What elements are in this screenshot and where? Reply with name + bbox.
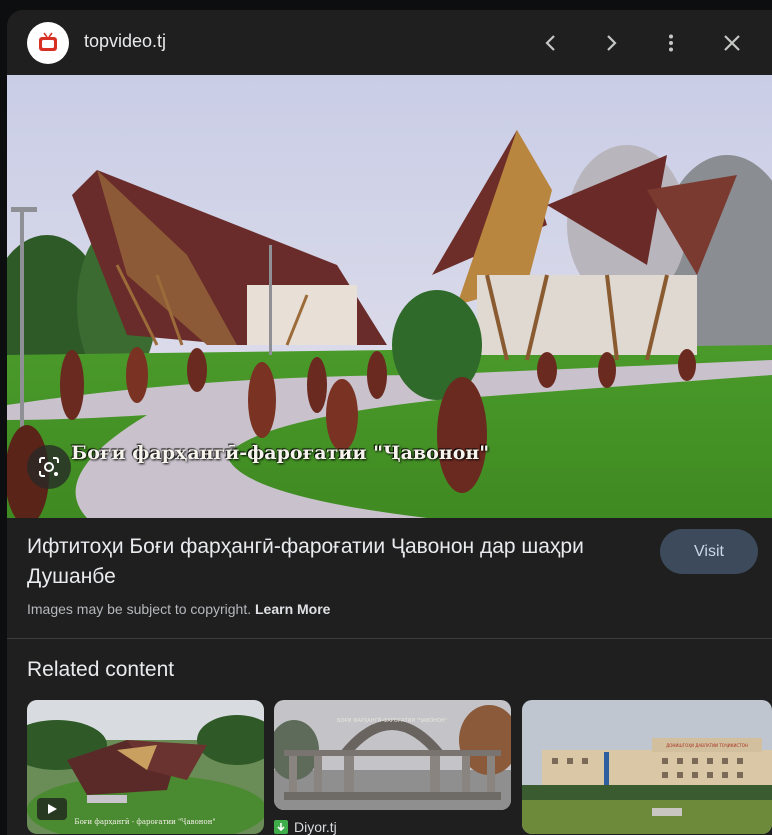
copyright-text: Images may be subject to copyright. <box>27 601 252 617</box>
building-sign-text: ДОНИШГОҲИ ДАВЛАТИИ ТОҶИКИСТОН <box>666 743 748 748</box>
related-thumbnail-park-arch: БОҒИ ФАРҲАНГӢ-ФАРОҒАТИИ "ҶАВОНОН" <box>274 700 511 810</box>
download-icon <box>274 820 288 834</box>
close-button[interactable] <box>716 27 748 59</box>
card-2-source-name: Diyor.tj <box>294 819 337 835</box>
card-1-caption: Боғи фарҳангӣ - фароғатии "Ҷавонон" <box>74 818 215 826</box>
section-divider <box>7 638 772 639</box>
preview-image[interactable]: Боғи фарҳангӣ-фароғатии "Ҷавонон" <box>7 75 772 518</box>
lens-search-button[interactable] <box>27 445 71 489</box>
more-options-button[interactable] <box>655 27 687 59</box>
close-icon <box>724 35 740 51</box>
card-2-source[interactable]: Diyor.tj <box>274 819 337 835</box>
previous-button[interactable] <box>535 27 567 59</box>
image-viewer-panel: topvideo.tj Боғи фарҳангӣ-фароғатии "Ҷав… <box>7 10 772 835</box>
site-name[interactable]: topvideo.tj <box>84 31 166 52</box>
visit-button[interactable]: Visit <box>660 529 758 574</box>
next-button[interactable] <box>595 27 627 59</box>
copyright-notice: Images may be subject to copyright. Lear… <box>27 601 330 617</box>
chevron-left-icon <box>545 35 555 51</box>
hero-caption: Боғи фарҳангӣ-фароғатии "Ҷавонон" <box>71 442 490 464</box>
more-vert-icon <box>669 34 673 52</box>
play-icon <box>48 804 57 814</box>
viewer-header: topvideo.tj <box>7 10 772 75</box>
lens-search-icon <box>39 457 59 477</box>
chevron-right-icon <box>607 35 617 51</box>
related-thumbnail-university-building: ДОНИШГОҲИ ДАВЛАТИИ ТОҶИКИСТОН <box>522 700 772 834</box>
site-favicon[interactable] <box>27 22 69 64</box>
result-title[interactable]: Ифтитоҳи Боғи фарҳангӣ-фароғатии Ҷавонон… <box>27 532 647 592</box>
arch-sign-text: БОҒИ ФАРҲАНГӢ-ФАРОҒАТИИ "ҶАВОНОН" <box>337 717 447 724</box>
related-card-1[interactable]: Боғи фарҳангӣ - фароғатии "Ҷавонон" <box>27 700 264 834</box>
learn-more-link[interactable]: Learn More <box>255 601 330 617</box>
related-content-heading: Related content <box>27 658 175 681</box>
related-card-2[interactable]: БОҒИ ФАРҲАНГӢ-ФАРОҒАТИИ "ҶАВОНОН" <box>274 700 511 810</box>
play-badge <box>37 798 67 820</box>
topvideo-logo-icon <box>34 29 62 57</box>
related-card-3[interactable]: ДОНИШГОҲИ ДАВЛАТИИ ТОҶИКИСТОН <box>522 700 772 834</box>
